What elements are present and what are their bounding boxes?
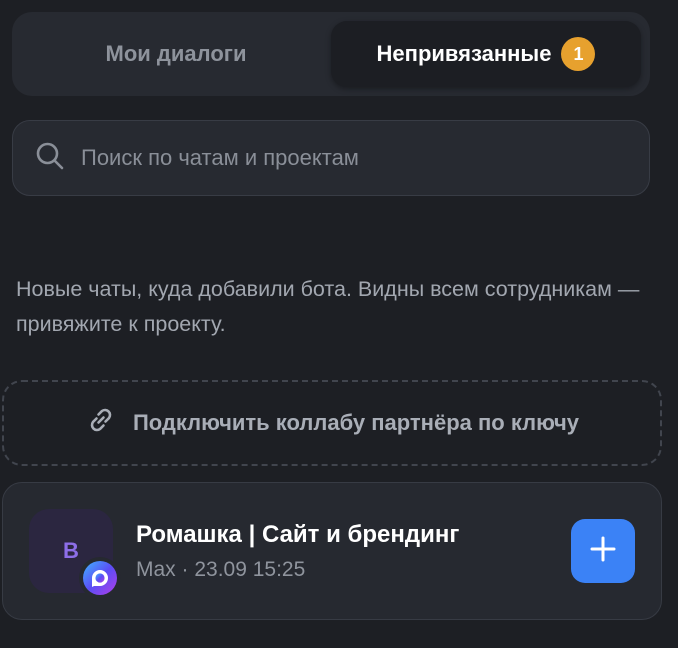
tab-my-dialogs-label: Мои диалоги bbox=[105, 41, 247, 66]
chat-avatar-letter: B bbox=[63, 538, 79, 563]
link-icon bbox=[85, 404, 117, 442]
tab-my-dialogs[interactable]: Мои диалоги bbox=[21, 21, 331, 87]
max-app-icon bbox=[79, 557, 121, 599]
tab-unlinked[interactable]: Непривязанные 1 bbox=[331, 21, 641, 87]
plus-icon bbox=[589, 535, 617, 568]
connect-partner-collab-label: Подключить коллабу партнёра по ключу bbox=[132, 410, 580, 435]
connect-partner-collab-button[interactable]: Подключить коллабу партнёра по ключу bbox=[2, 380, 662, 466]
search-field[interactable] bbox=[12, 120, 650, 196]
search-input[interactable] bbox=[81, 145, 621, 171]
unlinked-chats-panel: Мои диалоги Непривязанные 1 Новые чаты, … bbox=[0, 0, 678, 648]
unlinked-count-badge: 1 bbox=[561, 37, 596, 71]
unlinked-hint-text: Новые чаты, куда добавили бота. Видны вс… bbox=[16, 277, 640, 336]
chat-meta: Max · 23.09 15:25 bbox=[136, 558, 306, 581]
tab-unlinked-label: Непривязанные bbox=[376, 41, 552, 66]
chat-title: Ромашка | Сайт и брендинг bbox=[136, 521, 460, 548]
dialog-tabs: Мои диалоги Непривязанные 1 bbox=[12, 12, 650, 96]
search-icon bbox=[35, 141, 65, 176]
chat-card[interactable]: B Ромашка | Сайт и брендинг Max · 23.09 … bbox=[2, 482, 662, 620]
link-chat-button[interactable] bbox=[571, 519, 635, 583]
